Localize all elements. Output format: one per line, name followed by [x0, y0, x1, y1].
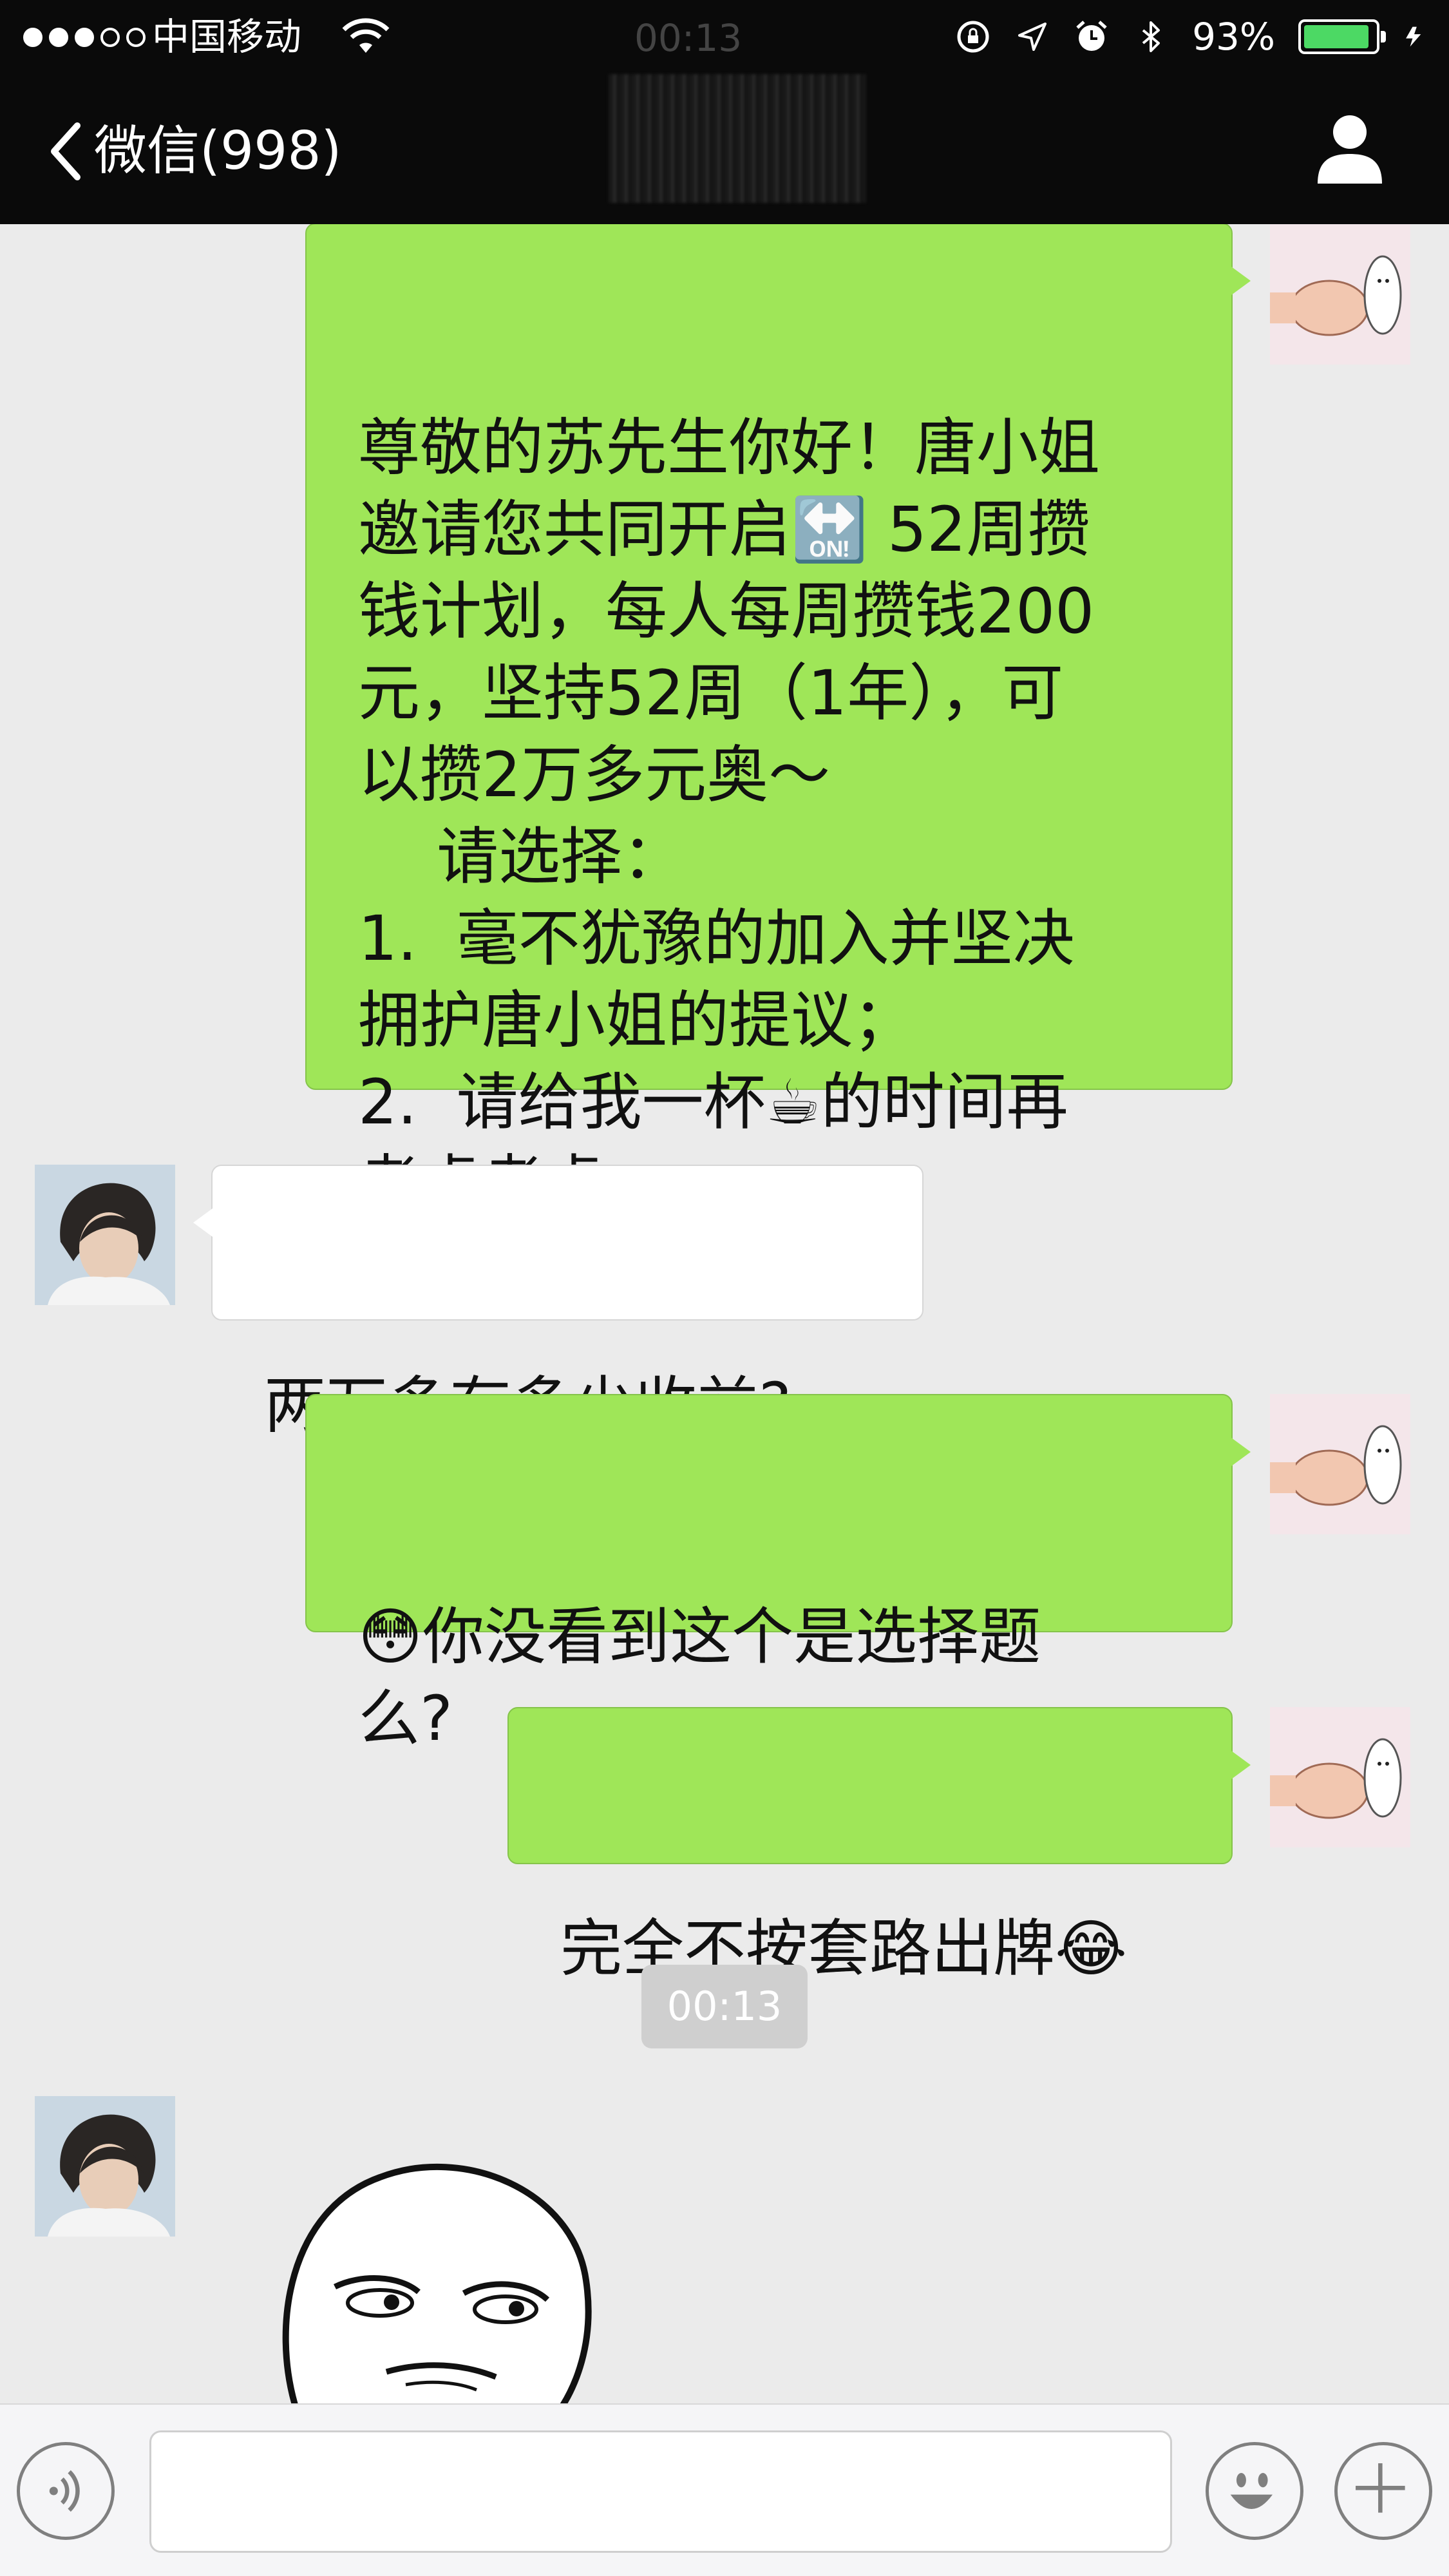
battery-icon	[1298, 19, 1386, 54]
my-avatar[interactable]	[1270, 1707, 1410, 1847]
status-time: 00:13	[634, 16, 743, 60]
contact-avatar[interactable]	[35, 2096, 175, 2237]
location-icon	[1018, 23, 1047, 51]
status-bar: 中国移动 00:13 93%	[0, 0, 1449, 74]
chevron-left-icon	[51, 122, 80, 180]
input-bar	[0, 2403, 1449, 2576]
message-bubble-received[interactable]: 两万多有多少收益?	[193, 1165, 923, 1442]
battery-percent: 93%	[1192, 15, 1275, 59]
message-bubble-sent[interactable]: 尊敬的苏先生你好！唐小姐 邀请您共同开启🔛 52周攒 钱计划，每人每周攒钱200…	[305, 224, 1251, 1220]
navigation-bar: 微信(998)	[0, 74, 1449, 224]
contact-photo-icon	[35, 1165, 175, 1305]
wifi-icon	[342, 18, 390, 53]
rotation-lock-icon	[957, 21, 989, 53]
fist-sticker-avatar-icon	[1270, 1707, 1410, 1847]
bluetooth-icon	[1142, 21, 1160, 52]
charging-icon	[1406, 26, 1421, 47]
emoji-icon	[1230, 2472, 1273, 2510]
signal-strength-icon	[23, 19, 146, 55]
message-bubble-sent[interactable]: 😳你没看到这个是选择题 么?	[305, 1394, 1251, 1755]
back-button[interactable]: 微信(998)	[46, 119, 342, 184]
fist-sticker-avatar-icon	[1270, 224, 1410, 365]
unimpressed-face-sticker[interactable]	[270, 2132, 605, 2403]
alarm-icon	[1076, 21, 1107, 51]
message-bubble-sent[interactable]: 完全不按套路出牌😂	[507, 1707, 1251, 1985]
top-bar: 中国移动 00:13 93% 微信(998)	[0, 0, 1449, 224]
message-input[interactable]	[149, 2430, 1172, 2553]
wechat-chat-screen: 中国移动 00:13 93% 微信(998) 尊敬的苏先生你好！唐小姐 邀请您共…	[0, 0, 1449, 2576]
person-icon[interactable]	[1318, 113, 1382, 184]
contact-avatar[interactable]	[35, 1165, 175, 1305]
contact-photo-icon	[35, 2096, 175, 2237]
status-right-group: 93%	[955, 14, 1426, 59]
plus-icon	[1356, 2463, 1405, 2513]
chat-title-redacted	[609, 74, 866, 203]
voice-icon	[49, 2470, 80, 2512]
my-avatar[interactable]	[1270, 224, 1410, 365]
carrier-name: 中国移动	[152, 15, 302, 59]
voice-button[interactable]	[17, 2442, 115, 2540]
back-label: 微信(998)	[94, 120, 342, 182]
fist-sticker-avatar-icon	[1270, 1394, 1410, 1534]
chat-message-list[interactable]: 尊敬的苏先生你好！唐小姐 邀请您共同开启🔛 52周攒 钱计划，每人每周攒钱200…	[0, 224, 1449, 2403]
my-avatar[interactable]	[1270, 1394, 1410, 1534]
chat-timestamp: 00:13	[641, 1965, 808, 2048]
more-button[interactable]	[1334, 2442, 1432, 2540]
message-text: 尊敬的苏先生你好！唐小姐 邀请您共同开启🔛 52周攒 钱计划，每人每周攒钱200…	[358, 412, 1100, 1220]
emoji-button[interactable]	[1206, 2442, 1303, 2540]
